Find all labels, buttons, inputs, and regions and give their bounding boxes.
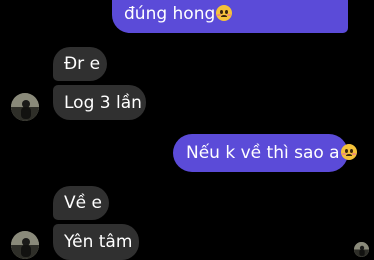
contact-avatar[interactable] [11, 231, 39, 259]
pleading-face-emoji [340, 144, 357, 160]
incoming-message[interactable]: Yên tâm [53, 224, 139, 260]
outgoing-message[interactable]: đúng hong [112, 0, 348, 33]
pleading-face-emoji [216, 5, 233, 21]
message-text: Nếu k về thì sao a [186, 143, 340, 163]
message-text: Đr e [64, 54, 101, 74]
incoming-message[interactable]: Đr e [53, 47, 107, 81]
contact-avatar[interactable] [11, 93, 39, 121]
incoming-message[interactable]: Về e [53, 186, 109, 220]
message-text: Yên tâm [64, 232, 133, 252]
message-text: Log 3 lần [64, 93, 142, 113]
message-text: đúng hong [124, 4, 216, 24]
outgoing-message[interactable]: Nếu k về thì sao a [173, 134, 357, 172]
message-text: Về e [64, 193, 102, 213]
incoming-message[interactable]: Log 3 lần [53, 85, 146, 120]
seen-receipt-avatar [354, 242, 369, 257]
